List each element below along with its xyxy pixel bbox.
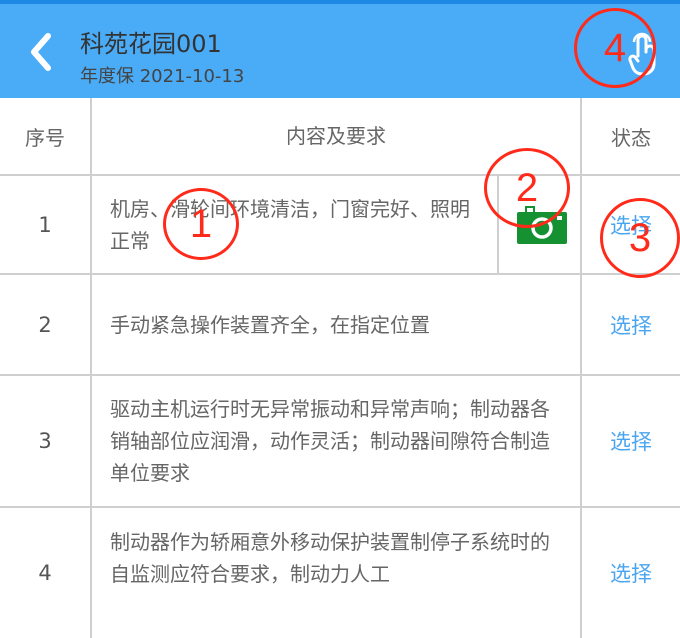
select-status-link[interactable]: 选择 [582, 275, 680, 374]
camera-button[interactable] [497, 176, 584, 273]
row-content: 制动器作为轿厢意外移动保护装置制停子系统时的自监测应符合要求，制动力人工 [92, 508, 582, 638]
table-row: 4 制动器作为轿厢意外移动保护装置制停子系统时的自监测应符合要求，制动力人工 选… [0, 508, 680, 638]
row-number: 1 [0, 176, 92, 273]
column-header-status: 状态 [611, 125, 651, 150]
row-content-text: 手动紧急操作装置齐全，在指定位置 [110, 312, 430, 337]
select-status-link[interactable]: 选择 [582, 508, 680, 638]
table-row: 2 手动紧急操作装置齐全，在指定位置 选择 [0, 275, 680, 376]
column-header-no: 序号 [0, 98, 92, 174]
camera-icon [516, 205, 567, 244]
row-content-text: 制动器作为轿厢意外移动保护装置制停子系统时的自监测应符合要求，制动力人工 [110, 530, 550, 586]
table-header: 序号 内容及要求 状态 [0, 98, 680, 176]
row-number: 2 [0, 275, 92, 374]
page-subtitle: 年度保 2021-10-13 [80, 66, 245, 87]
select-status-link[interactable]: 选择 [582, 176, 680, 273]
back-button[interactable] [26, 32, 56, 72]
row-content: 机房、滑轮间环境清洁，门窗完好、照明正常 [92, 176, 582, 273]
row-number: 3 [0, 376, 92, 506]
hand-tap-button[interactable] [624, 30, 664, 78]
chevron-left-icon [31, 33, 51, 71]
row-content-text: 驱动主机运行时无异常振动和异常声响；制动器各销轴部位应润滑，动作灵活；制动器间隙… [110, 397, 550, 485]
hand-tap-icon [628, 32, 656, 76]
table-row: 1 机房、滑轮间环境清洁，门窗完好、照明正常 选择 [0, 176, 680, 275]
app-header: 科苑花园001 年度保 2021-10-13 [0, 4, 680, 98]
row-content: 驱动主机运行时无异常振动和异常声响；制动器各销轴部位应润滑，动作灵活；制动器间隙… [92, 376, 582, 506]
row-content: 手动紧急操作装置齐全，在指定位置 [92, 275, 582, 374]
column-header-content: 内容及要求 [92, 98, 582, 174]
select-status-link[interactable]: 选择 [582, 376, 680, 506]
row-content-text: 机房、滑轮间环境清洁，门窗完好、照明正常 [110, 196, 470, 253]
row-number: 4 [0, 508, 92, 638]
table-row: 3 驱动主机运行时无异常振动和异常声响；制动器各销轴部位应润滑，动作灵活；制动器… [0, 376, 680, 508]
page-title: 科苑花园001 [80, 30, 222, 58]
